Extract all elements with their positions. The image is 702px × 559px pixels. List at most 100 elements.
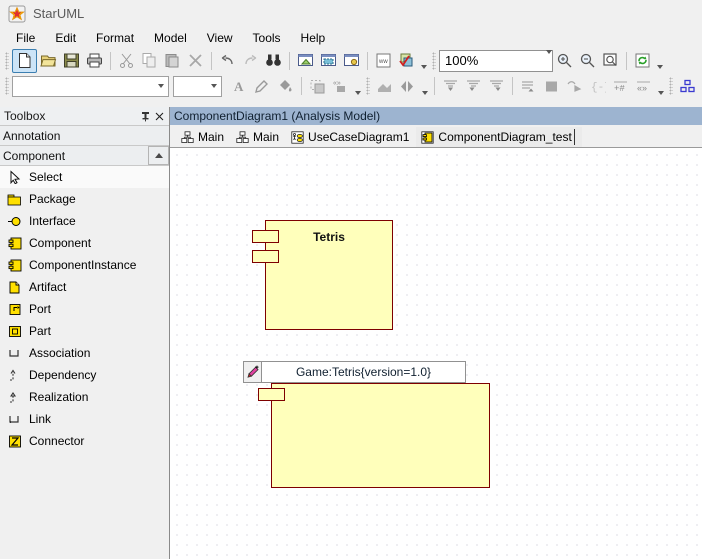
font-size-combo[interactable] [173,75,222,97]
toolbox-item-componentinstance[interactable]: ComponentInstance [0,254,169,276]
open-folder-button[interactable] [37,50,60,72]
zoom-in-button[interactable] [553,50,576,72]
svg-text:{-}: {-} [591,82,606,94]
format-toolbar-grip[interactable] [5,77,9,95]
zoom-toolbar-grip[interactable] [432,51,436,70]
quick-edit-icon[interactable] [243,361,262,383]
copy-button[interactable] [138,50,161,72]
menu-file[interactable]: File [6,29,45,47]
refresh-button[interactable] [631,50,654,72]
tab-componentdiagram-test[interactable]: ComponentDiagram_test [416,127,582,147]
visibility-dropdown-button[interactable] [655,73,666,100]
diagram-blue-button[interactable] [317,50,340,72]
new-file-button[interactable] [12,48,37,73]
braces-button[interactable]: {-} [586,75,609,97]
diagram-green-button[interactable] [294,50,317,72]
font-color-button[interactable]: A [228,75,251,97]
plus-visibility-button[interactable]: +# [609,75,632,97]
font-family-dropdown-icon[interactable] [153,78,168,95]
toolbox-group-component[interactable]: Component [0,146,169,166]
pin-icon[interactable] [138,109,152,123]
paste-button[interactable] [161,50,184,72]
menu-view[interactable]: View [197,29,243,47]
shadow-button[interactable] [373,75,396,97]
tab-main-1[interactable]: Main [176,127,231,147]
toolbox-item-connector[interactable]: Connector [0,430,169,452]
tab-main-2[interactable]: Main [231,127,286,147]
stereotype-dropdown-button[interactable] [352,73,363,100]
component-tetris-port-bottom[interactable] [252,250,279,263]
suppress-attributes-button[interactable] [563,75,586,97]
zoom-dropdown-icon[interactable] [546,49,552,68]
delete-button[interactable] [184,50,207,72]
stereotype-display-button[interactable]: «» [329,75,352,97]
component-instance-port[interactable] [258,388,285,401]
cut-button[interactable] [115,50,138,72]
find-button[interactable] [262,50,285,72]
refresh-dropdown-button[interactable] [654,47,665,74]
toolbox-item-part[interactable]: Part [0,320,169,342]
menu-model[interactable]: Model [144,29,197,47]
toolbox-item-realization[interactable]: Realization [0,386,169,408]
font-family-combo[interactable] [12,75,169,97]
toolbox-item-association[interactable]: Association [0,342,169,364]
diagram-canvas[interactable]: Tetris Game:Tetris{version=1.0} [170,148,702,559]
validate-dropdown-button[interactable] [418,47,429,74]
fill-color-button[interactable] [274,75,297,97]
close-icon[interactable] [152,109,166,123]
shape-style-button[interactable] [306,75,329,97]
zoom-fit-button[interactable] [599,50,622,72]
bring-front-button[interactable] [540,75,563,97]
inline-name-editor[interactable]: Game:Tetris{version=1.0} [243,361,466,383]
menu-format[interactable]: Format [86,29,144,47]
toolbox-item-port[interactable]: Port [0,298,169,320]
layout-diagram-button[interactable] [676,75,699,97]
toolbox-item-label: Part [29,324,52,338]
toolbox-item-artifact[interactable]: Artifact [0,276,169,298]
diagram-yellow-button[interactable] [340,50,363,72]
toolbar-grip[interactable] [5,51,9,70]
component-tetris-port-top[interactable] [252,230,279,243]
flip-button[interactable] [396,75,419,97]
menu-tools[interactable]: Tools [243,29,291,47]
menu-help[interactable]: Help [291,29,336,47]
layout-toolbar-grip[interactable] [669,77,673,95]
send-back-button[interactable] [517,75,540,97]
toolbox-item-component[interactable]: Component [0,232,169,254]
menu-edit[interactable]: Edit [45,29,86,47]
inline-name-input[interactable]: Game:Tetris{version=1.0} [262,361,466,383]
component-tetris[interactable]: Tetris [265,220,393,330]
toolbox-item-package[interactable]: Package [0,188,169,210]
toolbox-item-link[interactable]: Link [0,408,169,430]
interface-lollipop-icon [6,213,23,229]
flip-dropdown-button[interactable] [419,73,430,100]
component-instance-game[interactable] [271,383,490,488]
align-middle-button[interactable] [462,75,485,97]
menubar: File Edit Format Model View Tools Help [0,27,702,48]
print-button[interactable] [83,50,106,72]
documentation-button[interactable]: ww [372,50,395,72]
redo-button[interactable] [239,50,262,72]
tab-label: Main [253,130,280,144]
align-bottom-button[interactable] [485,75,508,97]
zoom-combo[interactable]: 100% [439,49,553,72]
svg-text:ww: ww [378,59,388,65]
guillemets-button[interactable]: «» [632,75,655,97]
line-color-button[interactable] [251,75,274,97]
tab-usecasediagram1[interactable]: UseCaseDiagram1 [286,127,416,147]
font-size-dropdown-icon[interactable] [206,78,221,95]
validate-button[interactable] [395,50,418,72]
toolbox-item-interface[interactable]: Interface [0,210,169,232]
zoom-out-button[interactable] [576,50,599,72]
toolbox-group-annotation[interactable]: Annotation [0,126,169,146]
toolbox-item-list: Select Package Interface Component Compo… [0,166,169,559]
align-toolbar-grip[interactable] [366,77,370,95]
align-top-button[interactable] [439,75,462,97]
usecase-diagram-icon [290,130,304,144]
toolbox-item-select[interactable]: Select [0,166,169,188]
save-file-button[interactable] [60,50,83,72]
undo-button[interactable] [216,50,239,72]
connector-icon [6,433,23,449]
toolbox-item-dependency[interactable]: Dependency [0,364,169,386]
toolbox-scroll-up-button[interactable] [148,146,169,165]
